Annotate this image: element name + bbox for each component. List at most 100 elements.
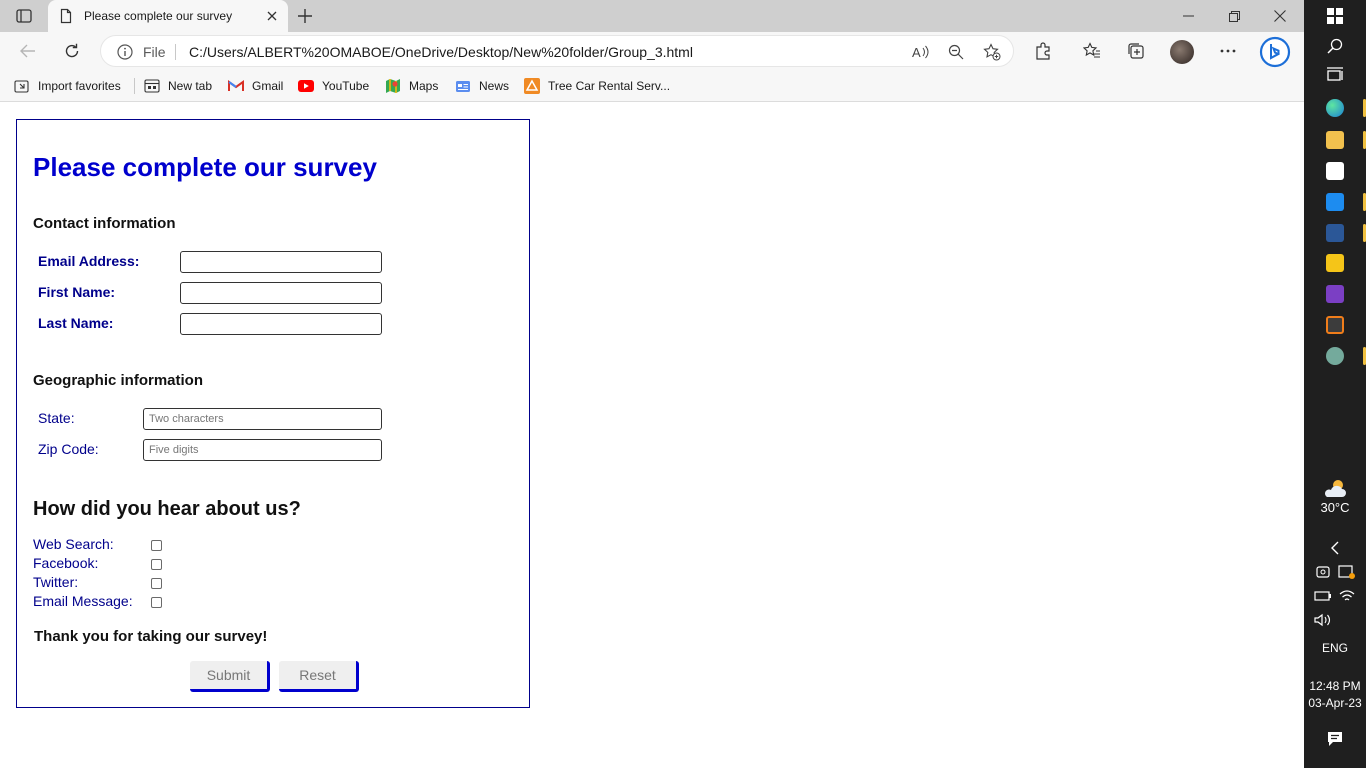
- browser-toolbar: File C:/Users/ALBERT%20OMABOE/OneDrive/D…: [0, 32, 1304, 70]
- search-icon[interactable]: [1324, 35, 1346, 57]
- facebook-checkbox[interactable]: [151, 559, 162, 570]
- page-icon: [58, 8, 74, 24]
- mail-icon[interactable]: [1326, 193, 1344, 211]
- chatgpt-icon[interactable]: [1326, 347, 1344, 365]
- collections-icon[interactable]: [1124, 39, 1148, 63]
- wifi-icon[interactable]: [1336, 585, 1358, 607]
- task-view-icon[interactable]: [1324, 64, 1346, 86]
- language-indicator[interactable]: ENG: [1304, 641, 1366, 655]
- tab-active[interactable]: Please complete our survey: [48, 0, 288, 32]
- fav-maps[interactable]: Maps: [385, 76, 438, 96]
- fav-youtube[interactable]: YouTube: [298, 76, 369, 96]
- windows-start-icon[interactable]: [1324, 5, 1346, 27]
- geographic-heading: Geographic information: [33, 372, 204, 389]
- email-message-label: Email Message:: [33, 593, 133, 609]
- more-options-icon[interactable]: [1216, 39, 1240, 63]
- store-icon[interactable]: [1326, 162, 1344, 180]
- meet-now-icon[interactable]: [1312, 561, 1334, 583]
- state-label: State:: [38, 410, 75, 426]
- refresh-icon[interactable]: [60, 39, 84, 63]
- fav-label: New tab: [168, 79, 213, 93]
- zoom-out-icon[interactable]: [946, 42, 966, 62]
- tab-title: Please complete our survey: [84, 9, 233, 23]
- web-search-checkbox[interactable]: [151, 540, 162, 551]
- info-icon[interactable]: [117, 44, 133, 60]
- reset-button[interactable]: Reset: [279, 661, 359, 692]
- fav-label: Maps: [409, 79, 439, 93]
- fav-label: YouTube: [322, 79, 370, 93]
- close-window-icon[interactable]: [1268, 4, 1292, 28]
- weather-temperature: 30°C: [1320, 500, 1350, 515]
- bing-chat-icon[interactable]: [1258, 35, 1292, 69]
- email-field[interactable]: [180, 251, 382, 273]
- maps-icon: [385, 78, 401, 94]
- email-message-checkbox[interactable]: [151, 597, 162, 608]
- divider: [134, 78, 135, 94]
- state-field[interactable]: [143, 408, 382, 430]
- extensions-icon[interactable]: [1031, 39, 1055, 63]
- first-name-label: First Name:: [38, 284, 116, 300]
- profile-avatar[interactable]: [1170, 40, 1194, 64]
- facebook-label: Facebook:: [33, 555, 99, 571]
- read-aloud-icon[interactable]: A: [911, 42, 931, 62]
- browser-title-bar: Please complete our survey: [0, 0, 1304, 32]
- survey-form: Please complete our survey Contact infor…: [16, 119, 530, 708]
- address-bar[interactable]: File C:/Users/ALBERT%20OMABOE/OneDrive/D…: [100, 35, 1014, 67]
- scheme-label: File: [143, 44, 166, 60]
- last-name-label: Last Name:: [38, 315, 114, 331]
- sublime-text-icon[interactable]: [1326, 316, 1344, 334]
- restore-icon[interactable]: [1222, 4, 1246, 28]
- word-icon[interactable]: [1326, 224, 1344, 242]
- add-favorite-icon[interactable]: [982, 42, 1002, 62]
- divider: [175, 44, 176, 60]
- edge-app-icon[interactable]: [1326, 99, 1344, 117]
- visual-studio-icon[interactable]: [1326, 285, 1344, 303]
- battery-icon: [1312, 585, 1334, 607]
- tree-car-icon: [524, 78, 540, 94]
- taskbar: 30°C ENG 12:48 PM 03-Apr-23: [1304, 0, 1366, 768]
- first-name-field[interactable]: [180, 282, 382, 304]
- referral-heading: How did you hear about us?: [33, 498, 301, 520]
- zip-code-field[interactable]: [143, 439, 382, 461]
- new-tab-icon: [144, 78, 160, 94]
- media-player-icon[interactable]: [1326, 254, 1344, 272]
- web-search-label: Web Search:: [33, 536, 114, 552]
- fav-tree-car-rental[interactable]: Tree Car Rental Serv...: [524, 76, 670, 96]
- back-arrow-icon[interactable]: [16, 39, 40, 63]
- fav-label: Gmail: [252, 79, 284, 93]
- fav-label: Tree Car Rental Serv...: [548, 79, 671, 93]
- news-icon: [455, 78, 471, 94]
- zip-code-label: Zip Code:: [38, 441, 99, 457]
- close-icon[interactable]: [264, 8, 280, 24]
- new-tab-button[interactable]: [294, 6, 316, 26]
- thank-you-text: Thank you for taking our survey!: [34, 628, 268, 645]
- contact-heading: Contact information: [33, 215, 176, 232]
- clock-time[interactable]: 12:48 PM: [1304, 679, 1366, 693]
- favorites-icon[interactable]: [1080, 39, 1104, 63]
- fav-new-tab[interactable]: New tab: [144, 76, 212, 96]
- minimize-icon[interactable]: [1176, 4, 1200, 28]
- page-title: Please complete our survey: [33, 152, 377, 182]
- youtube-icon: [298, 78, 314, 94]
- fav-news[interactable]: News: [455, 76, 509, 96]
- notifications-icon[interactable]: [1324, 728, 1346, 750]
- fav-import-favorites[interactable]: Import favorites: [14, 76, 121, 96]
- fav-gmail[interactable]: Gmail: [228, 76, 283, 96]
- fav-label: Import favorites: [38, 79, 121, 93]
- clock-date[interactable]: 03-Apr-23: [1304, 696, 1366, 710]
- gmail-icon: [228, 78, 244, 94]
- submit-button[interactable]: Submit: [190, 661, 270, 692]
- tab-actions-icon[interactable]: [12, 6, 36, 26]
- last-name-field[interactable]: [180, 313, 382, 335]
- notification-app-icon[interactable]: [1336, 561, 1358, 583]
- volume-icon[interactable]: [1312, 609, 1334, 631]
- chevron-left-icon[interactable]: [1324, 537, 1346, 559]
- import-icon: [14, 78, 30, 94]
- twitter-checkbox[interactable]: [151, 578, 162, 589]
- weather-icon[interactable]: [1322, 477, 1348, 499]
- url-text[interactable]: C:/Users/ALBERT%20OMABOE/OneDrive/Deskto…: [189, 44, 693, 60]
- favorites-bar: Import favorites New tab Gmail YouTube M…: [0, 70, 1304, 102]
- fav-label: News: [479, 79, 510, 93]
- email-label: Email Address:: [38, 253, 140, 269]
- file-explorer-icon[interactable]: [1326, 131, 1344, 149]
